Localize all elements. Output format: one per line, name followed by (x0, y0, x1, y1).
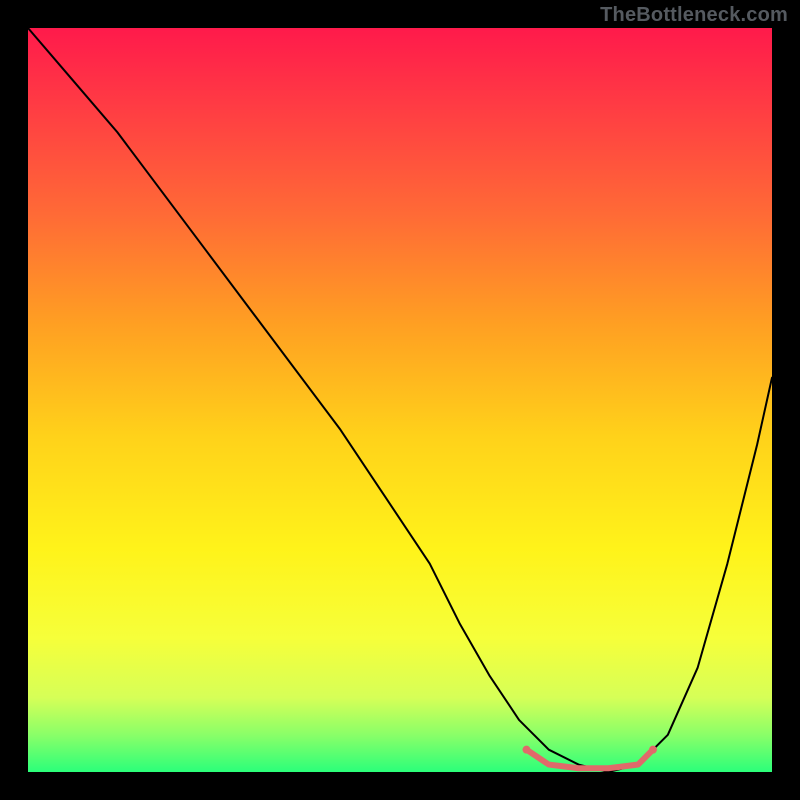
bottleneck-chart (0, 0, 800, 800)
watermark-text: TheBottleneck.com (600, 4, 788, 27)
chart-stage: TheBottleneck.com (0, 0, 800, 800)
flat-segment-cap (649, 746, 657, 754)
flat-segment-cap (522, 746, 530, 754)
gradient-plot-area (28, 28, 772, 772)
